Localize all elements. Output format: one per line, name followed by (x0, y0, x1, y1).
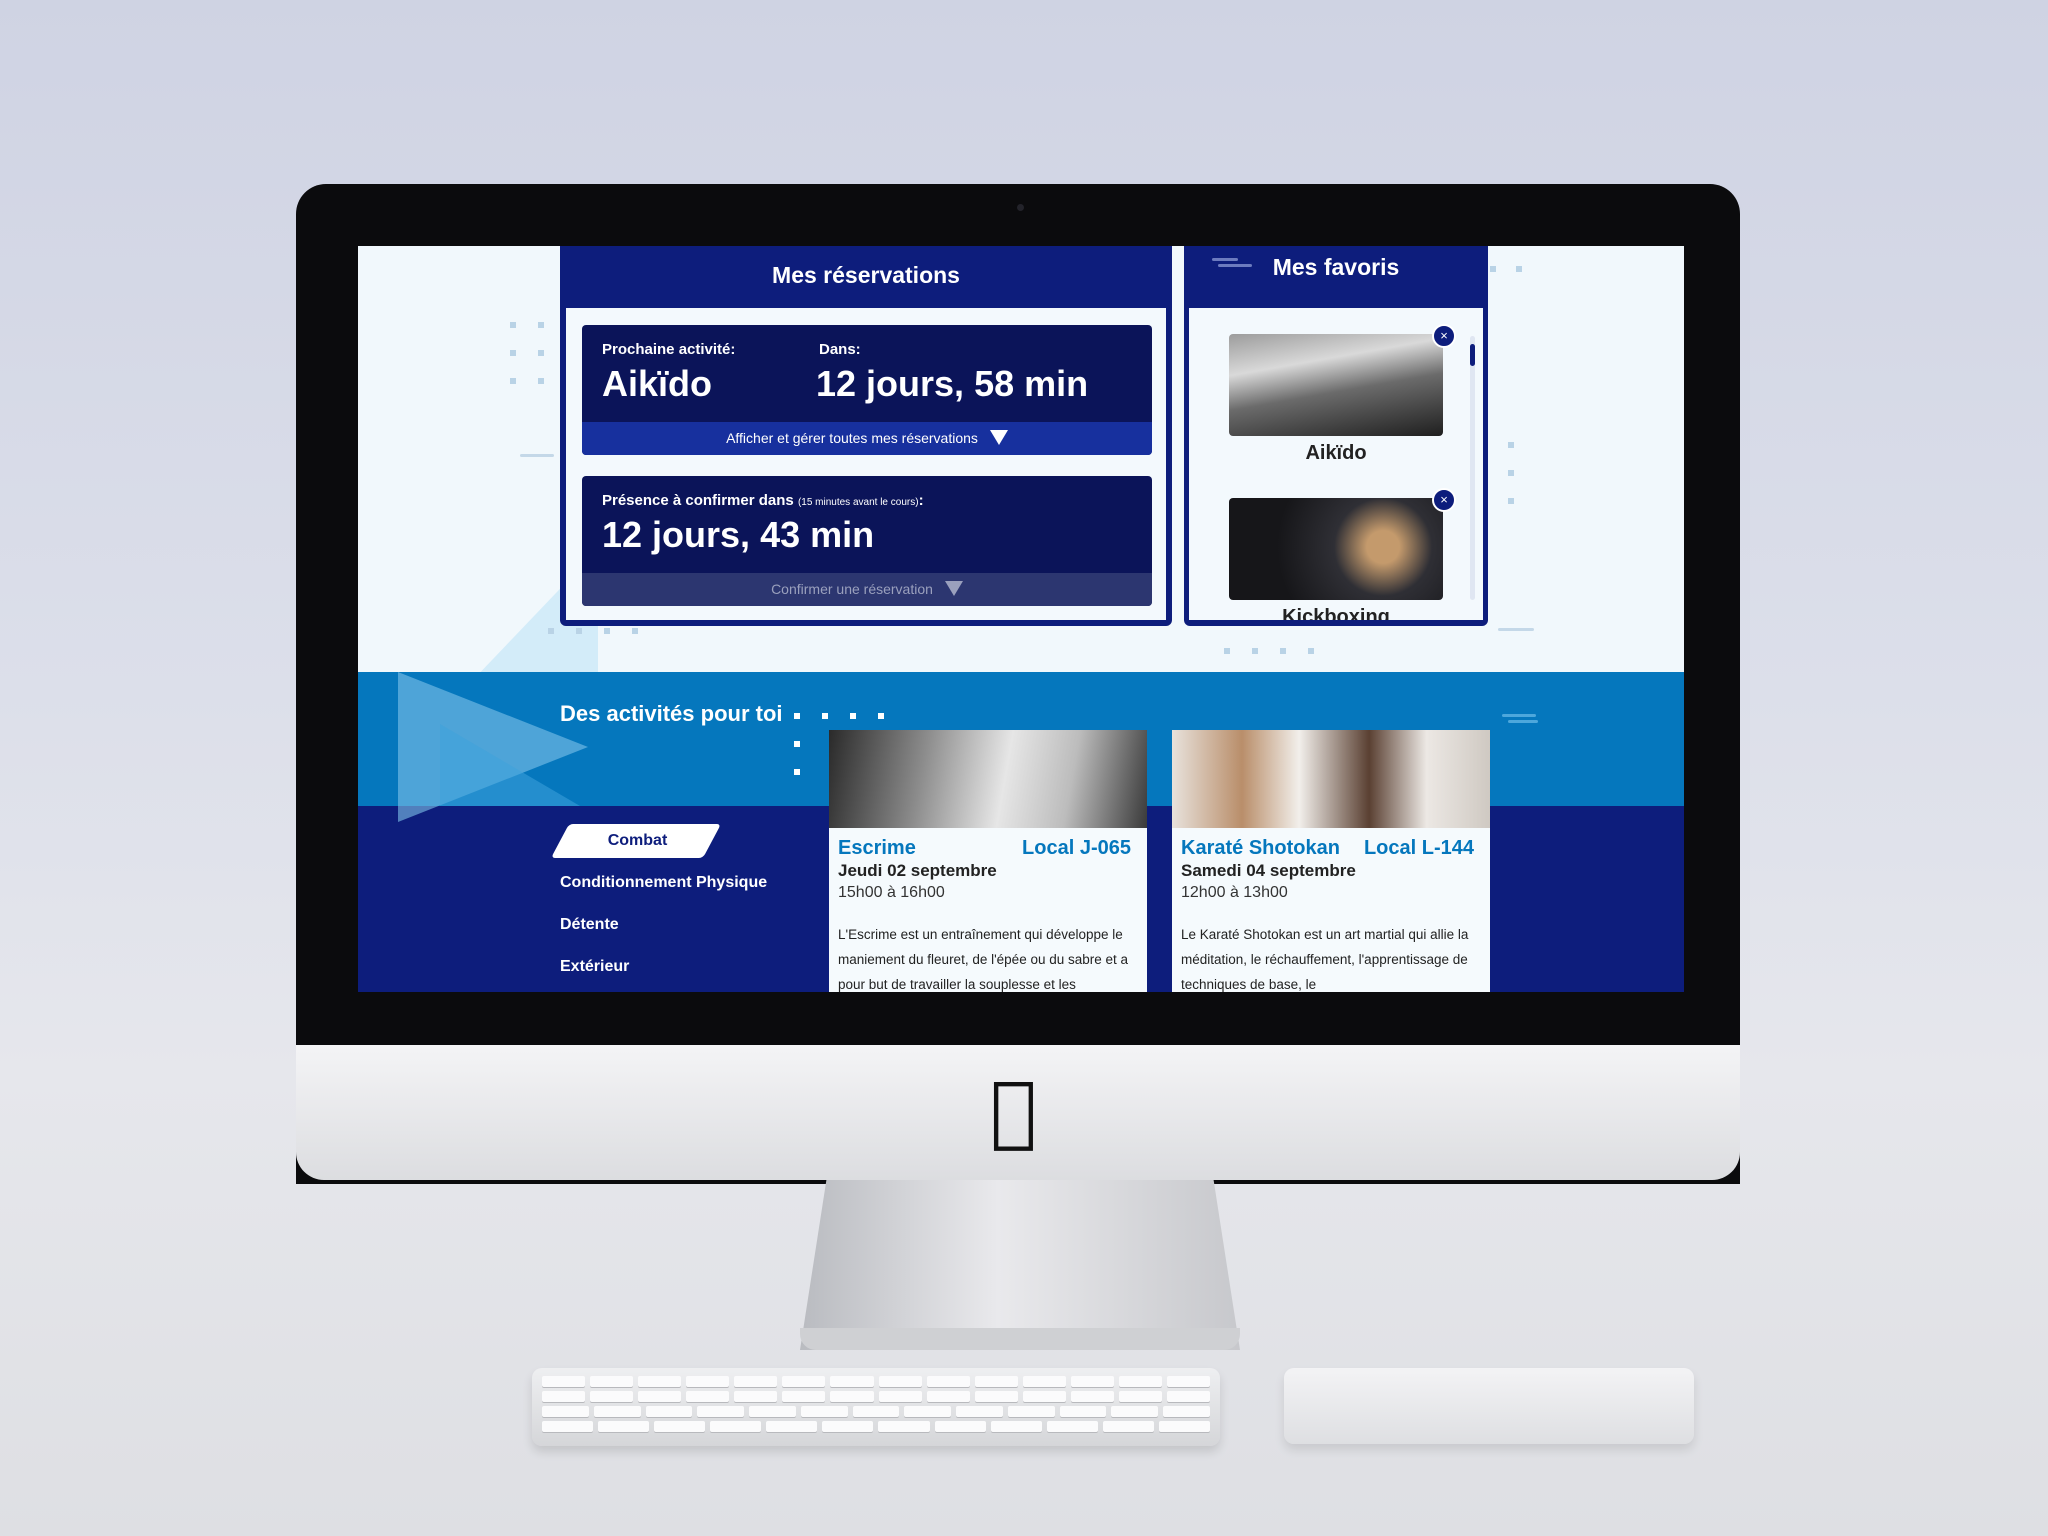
activity-date: Samedi 04 septembre (1181, 861, 1356, 880)
keyboard (532, 1368, 1220, 1446)
presence-label: Présence à confirmer dans (602, 492, 794, 509)
activity-time: 15h00 à 16h00 (838, 884, 945, 901)
activity-description: L'Escrime est un entraînement qui dévelo… (838, 927, 1129, 992)
decor-dot (794, 713, 800, 719)
confirm-reservation-button[interactable]: Confirmer une réservation (582, 573, 1152, 606)
decor-dash (1508, 720, 1538, 723)
decor-dot (538, 322, 544, 328)
decor-dot (1490, 266, 1496, 272)
manage-reservations-button[interactable]: Afficher et gérer toutes mes réservation… (582, 422, 1152, 455)
close-icon[interactable]: × (1432, 324, 1456, 348)
activity-image (829, 730, 1147, 828)
category-detente[interactable]: Détente (560, 916, 619, 934)
countdown-label: Dans: (819, 341, 861, 358)
favorite-name: Kickboxing (1282, 606, 1390, 620)
scrollbar-thumb[interactable] (1470, 344, 1475, 366)
reservations-panel: Mes réservations Prochaine activité: Aik… (560, 246, 1172, 626)
decor-dot (1308, 648, 1314, 654)
favorites-panel: Mes favoris × Aikïdo × Kickboxing (1184, 246, 1488, 626)
favorite-image-aikido[interactable] (1229, 334, 1443, 436)
apple-logo-icon:  (990, 1072, 1037, 1150)
decor-dash (1502, 714, 1536, 717)
close-icon[interactable]: × (1432, 488, 1456, 512)
activity-image (1172, 730, 1490, 828)
favorites-list[interactable]: × Aikïdo × Kickboxing (1189, 308, 1483, 620)
activity-card-escrime[interactable]: Escrime Local J-065 Jeudi 02 septembre 1… (829, 730, 1147, 992)
category-combat-label[interactable]: Combat (560, 832, 715, 850)
monitor-stand (800, 1180, 1240, 1350)
decor-dot (1508, 442, 1514, 448)
decor-dot (822, 713, 828, 719)
decor-dot (510, 322, 516, 328)
next-activity-label: Prochaine activité: (602, 341, 736, 358)
decor-dot (632, 628, 638, 634)
decor-dot (1508, 498, 1514, 504)
decor-dot (1280, 648, 1286, 654)
decor-dash (1498, 628, 1534, 631)
decor-dot (576, 628, 582, 634)
triangle-down-icon (989, 430, 1008, 446)
screen: Mes réservations Prochaine activité: Aik… (358, 246, 1684, 992)
activity-description: Le Karaté Shotokan est un art martial qu… (1181, 927, 1469, 992)
category-conditionnement[interactable]: Conditionnement Physique (560, 874, 767, 892)
activity-room: Local J-065 (1022, 837, 1131, 859)
triangle-down-icon (944, 581, 963, 597)
activity-room: Local L-144 (1363, 837, 1474, 859)
decor-dot (1224, 648, 1230, 654)
decor-dot (794, 741, 800, 747)
activities-title: Des activités pour toi (560, 701, 783, 726)
countdown-value: 12 jours, 58 min (816, 363, 1089, 404)
favorite-name: Aikïdo (1305, 442, 1367, 464)
decor-dot (1516, 266, 1522, 272)
reservations-content: Prochaine activité: Aikïdo Dans: 12 jour… (566, 308, 1166, 620)
decor-dot (794, 769, 800, 775)
next-activity-name: Aikïdo (602, 363, 713, 404)
reservations-title: Mes réservations (772, 262, 960, 288)
manage-reservations-label: Afficher et gérer toutes mes réservation… (726, 430, 978, 446)
presence-note: (15 minutes avant le cours) (797, 497, 919, 508)
activity-card-karate[interactable]: Karaté Shotokan Local L-144 Samedi 04 se… (1172, 730, 1490, 992)
decor-dot (850, 713, 856, 719)
presence-countdown: 12 jours, 43 min (602, 514, 875, 555)
webcam (1017, 204, 1024, 211)
activity-time: 12h00 à 13h00 (1181, 884, 1288, 901)
activity-name: Karaté Shotokan (1181, 837, 1340, 859)
favorites-scrollbar[interactable] (1470, 336, 1475, 600)
monitor-stand-base (800, 1328, 1240, 1350)
activity-date: Jeudi 02 septembre (838, 861, 997, 880)
next-activity-card: Prochaine activité: Aikïdo Dans: 12 jour… (582, 325, 1152, 455)
presence-label-line: Présence à confirmer dans (15 minutes av… (602, 492, 924, 509)
decor-dot (510, 378, 516, 384)
decor-dot (510, 350, 516, 356)
decor-dot (878, 713, 884, 719)
decor-dot (538, 350, 544, 356)
favorite-image-kickboxing[interactable] (1229, 498, 1443, 600)
favorites-title: Mes favoris (1272, 254, 1400, 280)
decor-dot (548, 628, 554, 634)
presence-card: Présence à confirmer dans (15 minutes av… (582, 476, 1152, 606)
trackpad (1284, 1368, 1694, 1444)
category-exterieur[interactable]: Extérieur (560, 958, 629, 976)
activity-name: Escrime (838, 837, 916, 859)
confirm-reservation-label: Confirmer une réservation (771, 581, 933, 597)
decor-dash (520, 454, 554, 457)
presence-colon: : (918, 492, 924, 509)
decor-dot (604, 628, 610, 634)
decor-dot (1252, 648, 1258, 654)
decor-dot (1508, 470, 1514, 476)
decor-dot (538, 378, 544, 384)
